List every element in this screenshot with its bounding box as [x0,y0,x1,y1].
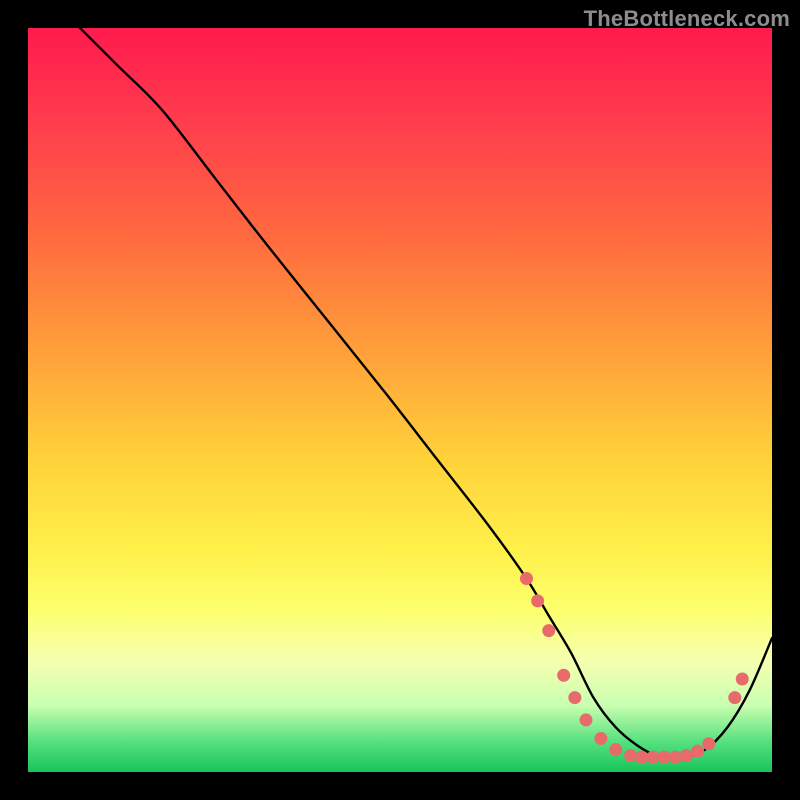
chart-frame: TheBottleneck.com [0,0,800,800]
marker-dot [680,749,693,762]
marker-dot [609,743,622,756]
chart-svg [28,28,772,772]
marker-dot [580,713,593,726]
marker-dot [594,732,607,745]
marker-dot [691,745,704,758]
marker-dot [669,751,682,764]
marker-dot [736,673,749,686]
marker-dot [557,669,570,682]
marker-dot [635,751,648,764]
marker-dot [531,594,544,607]
curve-line [80,28,772,758]
marker-dot [568,691,581,704]
marker-group [520,572,749,764]
marker-dot [702,737,715,750]
plot-area [28,28,772,772]
marker-dot [728,691,741,704]
marker-dot [646,751,659,764]
marker-dot [658,751,671,764]
marker-dot [542,624,555,637]
marker-dot [624,749,637,762]
marker-dot [520,572,533,585]
